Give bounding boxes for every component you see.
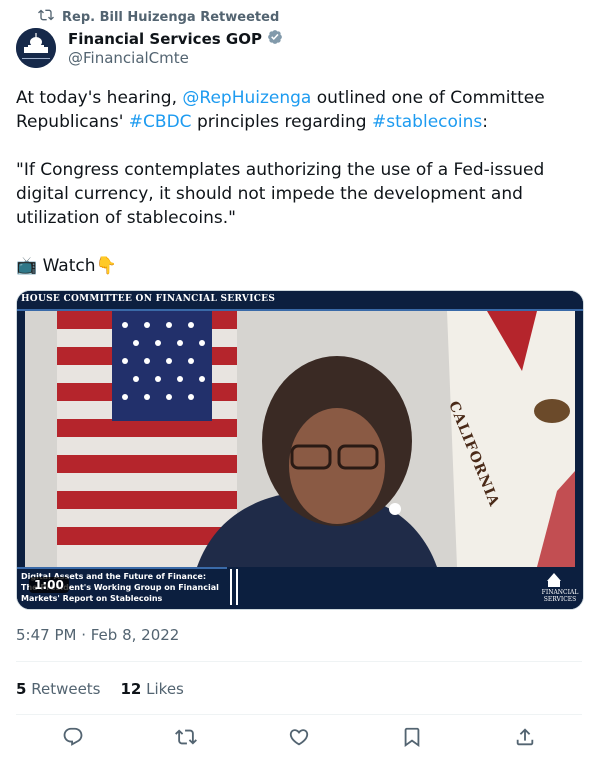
- television-icon: 📺: [16, 256, 38, 276]
- share-button[interactable]: [514, 726, 536, 752]
- hashtag-cbdc-link[interactable]: #CBDC: [129, 112, 192, 132]
- retweet-banner-text: Rep. Bill Huizenga Retweeted: [62, 9, 280, 25]
- bookmark-icon: [404, 727, 420, 748]
- retweet-icon: [38, 7, 54, 27]
- retweets-stat[interactable]: 5 Retweets: [16, 680, 101, 698]
- author-name-row[interactable]: Financial Services GOP: [68, 28, 284, 50]
- video-duration-badge: 1:00: [29, 577, 69, 593]
- action-bar: [16, 726, 582, 752]
- text-segment: principles regarding: [191, 112, 372, 132]
- logo-line-1: FINANCIAL: [541, 589, 579, 596]
- likes-stat[interactable]: 12 Likes: [121, 680, 184, 698]
- likes-count: 12: [120, 680, 142, 698]
- watch-text: Watch: [37, 256, 96, 276]
- like-button[interactable]: [288, 726, 310, 752]
- logo-line-2: SERVICES: [543, 596, 577, 603]
- hashtag-stablecoins-link[interactable]: #stablecoins: [372, 112, 482, 132]
- author-name[interactable]: Financial Services GOP: [68, 30, 262, 48]
- divider: [16, 661, 582, 662]
- video-player[interactable]: HOUSE COMMITTEE ON FINANCIAL SERVICES Di…: [16, 290, 584, 610]
- verified-badge-icon: [266, 28, 284, 50]
- video-header-text: HOUSE COMMITTEE ON FINANCIAL SERVICES: [21, 294, 276, 304]
- bookmark-button[interactable]: [401, 726, 423, 752]
- text-segment: :: [482, 112, 488, 132]
- avatar[interactable]: [16, 28, 56, 68]
- divider: [16, 714, 582, 715]
- reply-button[interactable]: [62, 726, 84, 752]
- reply-icon: [63, 727, 82, 746]
- retweet-icon: [174, 729, 197, 745]
- capitol-logo-icon: [16, 28, 56, 68]
- retweets-count: 5: [16, 680, 27, 698]
- committee-logo-text: FINANCIAL SERVICES: [537, 589, 583, 603]
- pointing-down-icon: 👇: [95, 256, 117, 276]
- retweet-banner[interactable]: Rep. Bill Huizenga Retweeted: [38, 7, 279, 27]
- tweet-paragraph-2: "If Congress contemplates authorizing th…: [16, 160, 545, 228]
- retweets-label: Retweets: [31, 680, 101, 698]
- video-frame: [17, 291, 583, 609]
- tweet-paragraph-3: 📺 Watch👇: [16, 254, 576, 278]
- retweet-button[interactable]: [174, 726, 197, 752]
- heart-icon: [289, 729, 309, 746]
- us-flag-icon: [57, 311, 237, 567]
- share-icon: [517, 728, 534, 746]
- tweet-text: At today's hearing, @RepHuizenga outline…: [16, 86, 576, 278]
- tweet-timestamp[interactable]: 5:47 PM · Feb 8, 2022: [16, 626, 179, 644]
- tweet-paragraph-1: At today's hearing, @RepHuizenga outline…: [16, 86, 576, 134]
- engagement-stats: 5 Retweets 12 Likes: [16, 680, 184, 698]
- mention-link[interactable]: @RepHuizenga: [182, 88, 311, 108]
- text-segment: At today's hearing,: [16, 88, 183, 108]
- author-handle[interactable]: @FinancialCmte: [68, 49, 189, 67]
- likes-label: Likes: [146, 680, 184, 698]
- video-caption-line-3: Markets' Report on Stablecoins: [21, 594, 163, 603]
